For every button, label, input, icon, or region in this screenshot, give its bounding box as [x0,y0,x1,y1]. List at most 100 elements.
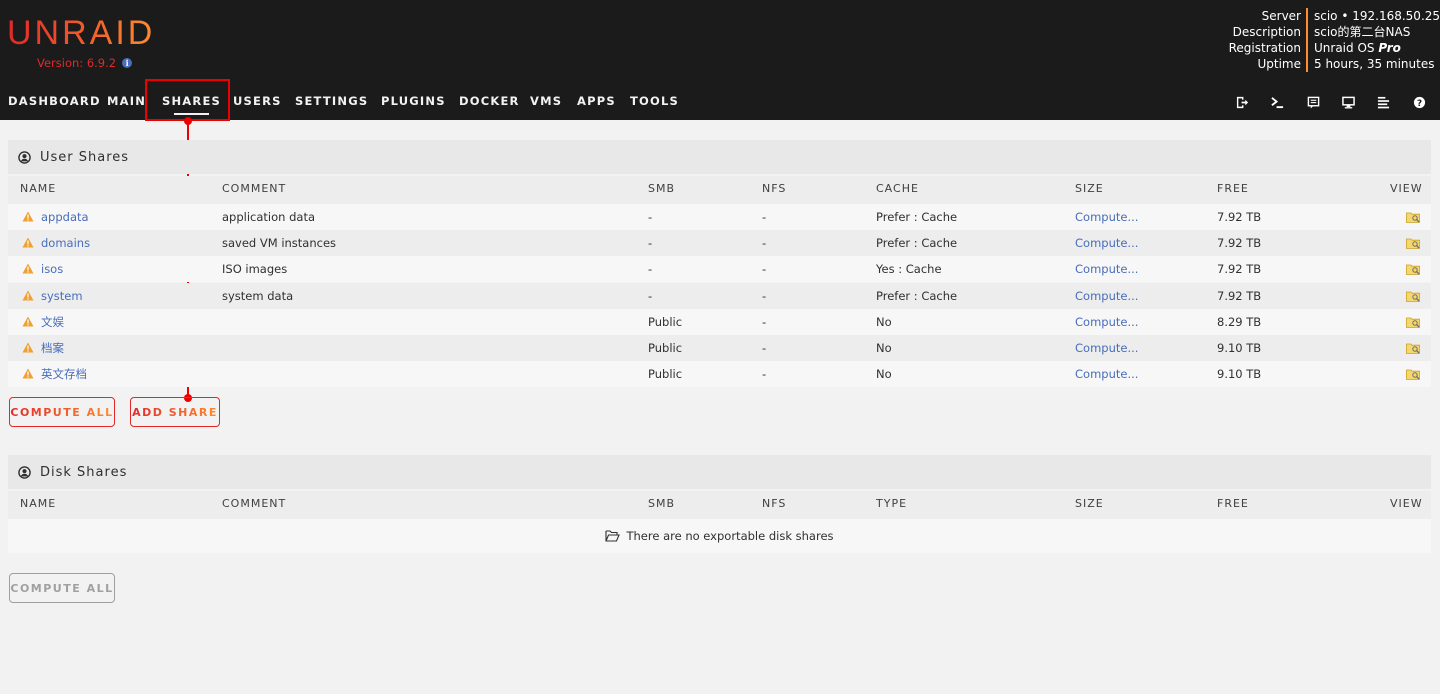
share-size[interactable]: Compute... [1075,309,1138,335]
col-comment[interactable]: COMMENT [222,491,286,517]
nav-docker[interactable]: DOCKER [459,94,520,108]
share-comment: saved VM instances [222,236,337,251]
nav-main[interactable]: MAIN [107,94,146,108]
share-nfs: - [762,288,767,303]
log-icon[interactable] [1306,95,1320,109]
share-size[interactable]: Compute... [1075,283,1138,309]
col-view: VIEW [1390,182,1423,195]
info-icon[interactable]: i [122,58,133,68]
version-label: Version: 6.9.2 [37,56,117,70]
col-cache[interactable]: CACHE [876,176,919,202]
user-shares-header-row: NAME COMMENT SMB NFS CACHE SIZE FREE VIE… [8,176,1431,204]
share-comment: system data [222,288,294,303]
share-smb: Public [648,314,683,329]
table-row: 英文存档 Public - No Compute... 9.10 TB [8,361,1431,388]
nav-apps[interactable]: APPS [577,94,616,108]
share-free: 7.92 TB [1217,288,1262,303]
col-name[interactable]: NAME [20,491,56,517]
share-name-link[interactable]: 文娱 [41,309,64,335]
col-size[interactable]: SIZE [1075,491,1104,517]
nav-users[interactable]: USERS [233,94,282,108]
share-name-link[interactable]: appdata [41,204,89,230]
share-nfs: - [762,210,767,224]
uptime-label: Uptime [1257,57,1301,71]
empty-message: There are no exportable disk shares [626,529,834,543]
monitor-icon[interactable] [1341,95,1355,109]
share-size[interactable]: Compute... [1075,335,1138,361]
folder-open-icon [605,530,621,542]
disk-shares-header-row: NAME COMMENT SMB NFS TYPE SIZE FREE VIEW [8,491,1431,519]
share-cache: No [876,341,892,355]
share-comment: ISO images [222,262,288,277]
unraid-logo[interactable]: UNRAID [7,14,155,53]
share-comment: application data [222,210,315,224]
nav-vms[interactable]: VMS [530,94,562,108]
col-nfs[interactable]: NFS [762,491,786,517]
share-name-link[interactable]: isos [41,256,63,282]
col-comment[interactable]: COMMENT [222,176,286,202]
share-cache: Yes : Cache [876,262,942,277]
share-smb: - [648,210,653,224]
compute-all-button[interactable]: COMPUTE ALL [9,397,115,427]
share-name-link[interactable]: 英文存档 [41,361,87,387]
table-row: appdata application data - - Prefer : Cache C… [8,204,1431,230]
nav-tools[interactable]: TOOLS [630,94,679,108]
share-size[interactable]: Compute... [1075,361,1138,387]
registration-value[interactable]: Unraid OS Pro [1314,40,1440,56]
share-name-link[interactable]: system [41,283,83,309]
browse-folder-icon[interactable] [1406,316,1421,328]
share-size[interactable]: Compute... [1075,204,1138,230]
registration-prefix: Unraid OS [1314,41,1379,55]
share-cache: Prefer : Cache [876,236,958,251]
col-smb[interactable]: SMB [648,176,675,202]
share-name-link[interactable]: domains [41,230,90,256]
share-size[interactable]: Compute... [1075,256,1138,282]
share-free: 7.92 TB [1217,262,1262,277]
share-cache: Prefer : Cache [876,210,958,224]
col-smb[interactable]: SMB [648,491,675,517]
nav-dashboard[interactable]: DASHBOARD [8,94,101,108]
share-size[interactable]: Compute... [1075,230,1138,256]
browse-folder-icon[interactable] [1406,290,1421,302]
browse-folder-icon[interactable] [1406,211,1421,223]
warning-icon [22,237,34,248]
nav-settings[interactable]: SETTINGS [295,94,368,108]
share-free: 7.92 TB [1217,210,1262,224]
browse-folder-icon[interactable] [1406,263,1421,276]
logout-icon[interactable] [1235,95,1249,109]
share-nfs: - [762,236,767,251]
col-nfs[interactable]: NFS [762,176,786,202]
col-type[interactable]: TYPE [876,491,907,517]
disk-shares-title-bar: Disk Shares [8,455,1431,489]
col-free[interactable]: FREE [1217,176,1249,202]
annotation-dot-top [184,117,192,125]
compute-all-disk-button[interactable]: COMPUTE ALL [9,573,115,603]
share-cache: No [876,367,892,382]
share-nfs: - [762,262,767,277]
description-value: scio的第二台NAS [1314,25,1411,39]
browse-folder-icon[interactable] [1406,342,1421,354]
share-smb: Public [648,341,683,355]
list-icon[interactable] [1376,95,1390,109]
share-nfs: - [762,341,767,355]
col-view: VIEW [1390,497,1423,510]
terminal-icon[interactable] [1270,95,1284,109]
col-size[interactable]: SIZE [1075,176,1104,202]
browse-folder-icon[interactable] [1406,368,1421,381]
svg-text:?: ? [1416,98,1421,108]
share-free: 9.10 TB [1217,341,1262,355]
share-name-link[interactable]: 档案 [41,335,64,361]
help-icon[interactable]: ? [1412,95,1426,109]
browse-folder-icon[interactable] [1406,237,1421,250]
add-share-button[interactable]: ADD SHARE [130,397,220,427]
share-cache: No [876,314,892,329]
server-info-labels: Server Description Registration Uptime [1229,8,1301,72]
col-name[interactable]: NAME [20,176,56,202]
col-free[interactable]: FREE [1217,491,1249,517]
nav-plugins[interactable]: PLUGINS [381,94,446,108]
share-nfs: - [762,367,767,382]
warning-icon [22,342,34,353]
description-label: Description [1232,25,1301,39]
share-smb: - [648,288,653,303]
table-row: domains saved VM instances - - Prefer : Cach… [8,230,1431,257]
